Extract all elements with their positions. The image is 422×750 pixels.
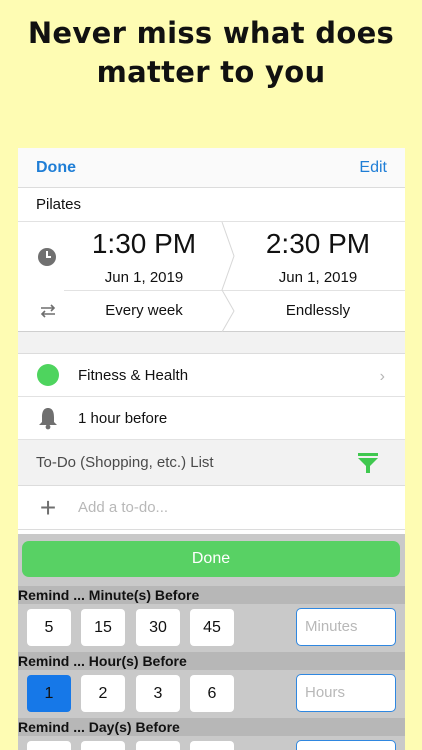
add-todo-input[interactable]: Add a to-do...: [78, 499, 168, 516]
days-option-2[interactable]: [81, 741, 125, 750]
nav-bar: Done Edit: [18, 148, 405, 188]
section-gap: [18, 332, 405, 354]
phone-screen: Done Edit Pilates 1:30 PM Jun 1, 2019 2:…: [18, 148, 405, 750]
days-option-3[interactable]: [136, 741, 180, 750]
start-time: 1:30 PM: [91, 228, 197, 259]
minutes-button-row: 5 15 30 45 Minutes: [18, 604, 405, 652]
alert-row[interactable]: 1 hour before: [18, 397, 405, 440]
minutes-option-15[interactable]: 15: [81, 609, 125, 646]
repeat-end[interactable]: Endlessly: [238, 302, 398, 319]
minutes-option-45[interactable]: 45: [190, 609, 234, 646]
minutes-section-label: Remind ... Minute(s) Before: [18, 586, 405, 604]
filter-icon[interactable]: [356, 453, 380, 473]
days-option-1[interactable]: [27, 741, 71, 750]
minutes-option-30[interactable]: 30: [136, 609, 180, 646]
picker-done-button[interactable]: Done: [22, 541, 400, 577]
plus-icon[interactable]: +: [18, 493, 78, 522]
end-time: 2:30 PM: [265, 228, 371, 259]
event-title[interactable]: Pilates: [18, 188, 405, 222]
hours-button-row: 1 2 3 6 Hours: [18, 670, 405, 718]
hours-option-6[interactable]: 6: [190, 675, 234, 712]
minutes-option-5[interactable]: 5: [27, 609, 71, 646]
clock-icon: [38, 248, 56, 266]
start-date: Jun 1, 2019: [104, 269, 184, 286]
repeat-frequency[interactable]: Every week: [64, 302, 224, 319]
hours-option-2[interactable]: 2: [81, 675, 125, 712]
repeat-icon: [40, 304, 56, 318]
category-label: Fitness & Health: [78, 366, 189, 384]
add-todo-row[interactable]: + Add a to-do...: [18, 486, 405, 530]
start-time-cell[interactable]: 1:30 PM Jun 1, 2019: [64, 222, 224, 287]
days-input[interactable]: [296, 740, 396, 750]
hours-option-1[interactable]: 1: [27, 675, 71, 712]
nav-done-button[interactable]: Done: [36, 159, 76, 177]
headline-line-2: matter to you: [96, 55, 326, 89]
time-block: 1:30 PM Jun 1, 2019 2:30 PM Jun 1, 2019 …: [18, 222, 405, 332]
todo-header-label: To-Do (Shopping, etc.) List: [36, 454, 214, 471]
nav-edit-button[interactable]: Edit: [359, 159, 387, 177]
hours-input[interactable]: Hours: [296, 674, 396, 712]
todo-header: To-Do (Shopping, etc.) List: [18, 440, 405, 486]
category-color-dot: [37, 364, 59, 386]
headline-line-1: Never miss what does: [27, 16, 395, 50]
minutes-input[interactable]: Minutes: [296, 608, 396, 646]
bell-icon: [39, 408, 57, 430]
end-date: Jun 1, 2019: [278, 269, 358, 286]
reminder-picker-sheet: Done Remind ... Minute(s) Before 5 15 30…: [18, 534, 405, 750]
chevron-divider-icon: [221, 222, 235, 332]
alert-label: 1 hour before: [78, 409, 168, 427]
days-button-row: [18, 736, 405, 750]
chevron-right-icon: ›: [379, 368, 385, 385]
days-section-label: Remind ... Day(s) Before: [18, 718, 405, 736]
hours-section-label: Remind ... Hour(s) Before: [18, 652, 405, 670]
headline: Never miss what does matter to you: [0, 14, 422, 92]
category-row[interactable]: Fitness & Health ›: [18, 354, 405, 397]
days-option-4[interactable]: [190, 741, 234, 750]
hours-option-3[interactable]: 3: [136, 675, 180, 712]
end-time-cell[interactable]: 2:30 PM Jun 1, 2019: [238, 222, 398, 287]
